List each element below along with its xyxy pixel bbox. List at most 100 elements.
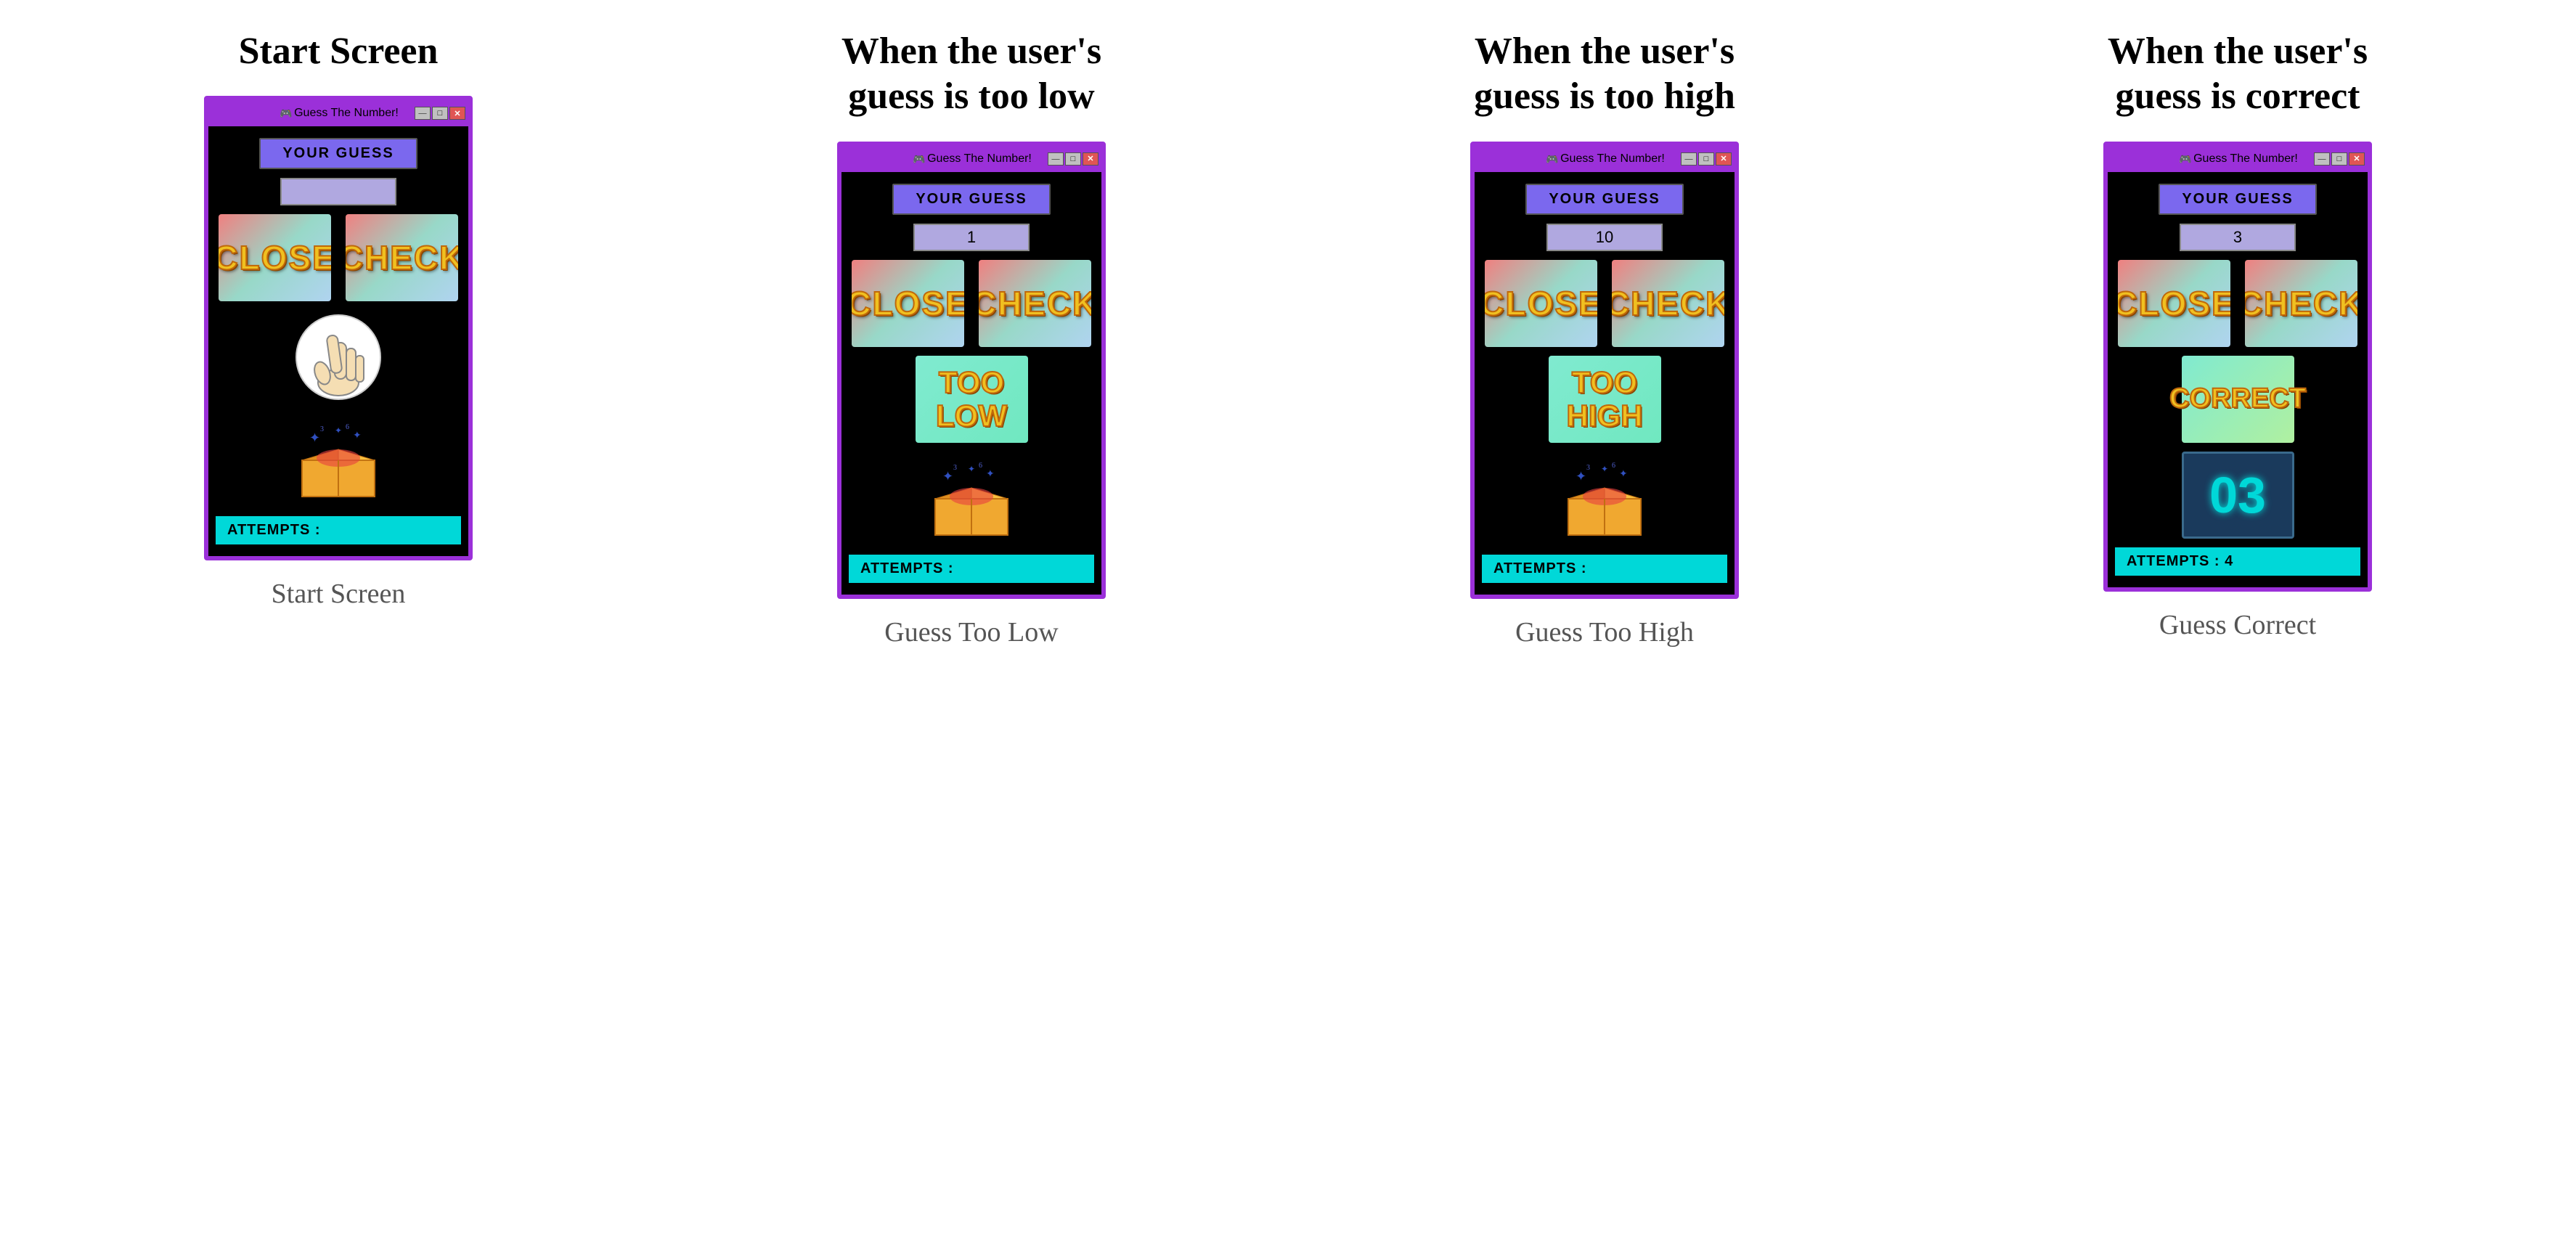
attempts-bar-3: ATTEMPTS : bbox=[1482, 555, 1727, 583]
too-high-caption: Guess Too High bbox=[1515, 616, 1694, 648]
start-titlebar-controls: — □ ✕ bbox=[415, 107, 465, 120]
correct-screen-column: When the user'sguess is correct 🎮 Guess … bbox=[1943, 29, 2532, 641]
too-high-window-body: YOUR GUESS CLOSE CHECK TOOHIGH ✦ bbox=[1475, 172, 1735, 595]
maximize-button-2[interactable]: □ bbox=[1065, 152, 1081, 166]
too-low-screen-title: When the user'sguess is too low bbox=[841, 29, 1101, 120]
buttons-row-4: CLOSE CHECK bbox=[2115, 260, 2360, 347]
svg-text:✦: ✦ bbox=[968, 464, 975, 474]
page-container: Start Screen 🎮 Guess The Number! — □ ✕ Y… bbox=[0, 0, 2576, 1253]
app-icon-2: 🎮 bbox=[911, 151, 927, 167]
buttons-row: CLOSE CHECK bbox=[216, 214, 461, 301]
guess-input-3[interactable] bbox=[1546, 224, 1663, 251]
start-titlebar-title: Guess The Number! bbox=[294, 107, 399, 120]
minimize-button-4[interactable]: — bbox=[2314, 152, 2330, 166]
too-low-screen-column: When the user'sguess is too low 🎮 Guess … bbox=[677, 29, 1266, 648]
maximize-button-4[interactable]: □ bbox=[2331, 152, 2347, 166]
close-game-button-4[interactable]: CLOSE bbox=[2118, 260, 2230, 347]
too-high-titlebar: 🎮 Guess The Number! — □ ✕ bbox=[1475, 146, 1735, 172]
correct-titlebar-controls: — □ ✕ bbox=[2314, 152, 2365, 166]
svg-text:✦: ✦ bbox=[986, 469, 995, 480]
too-low-result: TOOLOW bbox=[916, 356, 1028, 443]
your-guess-label-4[interactable]: YOUR GUESS bbox=[2159, 184, 2316, 215]
fingers-crossed-icon bbox=[295, 314, 382, 401]
your-guess-label-3[interactable]: YOUR GUESS bbox=[1525, 184, 1683, 215]
too-high-titlebar-title: Guess The Number! bbox=[1560, 152, 1665, 166]
correct-titlebar: 🎮 Guess The Number! — □ ✕ bbox=[2108, 146, 2368, 172]
mystery-box-icon-2: ✦ ✦ ✦ 3 6 bbox=[928, 459, 1015, 539]
close-game-button-2[interactable]: CLOSE bbox=[852, 260, 964, 347]
correct-window-body: YOUR GUESS CLOSE CHECK CORRECT 03 ATTEMP… bbox=[2108, 172, 2368, 587]
svg-text:🎮: 🎮 bbox=[280, 109, 292, 120]
close-game-button[interactable]: CLOSE bbox=[219, 214, 331, 301]
svg-text:✦: ✦ bbox=[353, 430, 362, 441]
too-low-window-body: YOUR GUESS CLOSE CHECK TOOLOW ✦ bbox=[841, 172, 1101, 595]
too-high-titlebar-controls: — □ ✕ bbox=[1681, 152, 1732, 166]
correct-titlebar-title: Guess The Number! bbox=[2193, 152, 2298, 166]
close-game-button-3[interactable]: CLOSE bbox=[1485, 260, 1597, 347]
buttons-row-3: CLOSE CHECK bbox=[1482, 260, 1727, 347]
maximize-button-3[interactable]: □ bbox=[1698, 152, 1714, 166]
guess-input-4[interactable] bbox=[2180, 224, 2296, 251]
svg-text:🎮: 🎮 bbox=[1546, 155, 1558, 166]
box-image-area-2: ✦ ✦ ✦ 3 6 bbox=[916, 452, 1028, 546]
buttons-row-2: CLOSE CHECK bbox=[849, 260, 1094, 347]
svg-text:3: 3 bbox=[1586, 464, 1590, 472]
svg-text:✦: ✦ bbox=[1619, 469, 1628, 480]
app-icon-3: 🎮 bbox=[1544, 151, 1560, 167]
minimize-button-2[interactable]: — bbox=[1048, 152, 1064, 166]
start-window-body: YOUR GUESS CLOSE CHECK bbox=[208, 126, 468, 556]
attempts-bar-4: ATTEMPTS : 4 bbox=[2115, 547, 2360, 576]
too-high-window: 🎮 Guess The Number! — □ ✕ YOUR GUESS CLO… bbox=[1470, 142, 1739, 599]
too-low-caption: Guess Too Low bbox=[884, 616, 1058, 648]
start-caption: Start Screen bbox=[272, 578, 406, 610]
too-high-screen-title: When the user'sguess is too high bbox=[1474, 29, 1735, 120]
attempts-bar: ATTEMPTS : bbox=[216, 516, 461, 544]
svg-text:🎮: 🎮 bbox=[2179, 155, 2191, 166]
fingers-crossed-area bbox=[282, 310, 395, 404]
too-low-window: 🎮 Guess The Number! — □ ✕ YOUR GUESS CLO… bbox=[837, 142, 1106, 599]
too-high-screen-column: When the user'sguess is too high 🎮 Guess… bbox=[1310, 29, 1899, 648]
check-game-button[interactable]: CHECK bbox=[346, 214, 458, 301]
correct-caption: Guess Correct bbox=[2159, 609, 2316, 641]
guess-input[interactable] bbox=[280, 178, 396, 205]
minimize-button[interactable]: — bbox=[415, 107, 431, 120]
svg-text:3: 3 bbox=[953, 464, 957, 472]
svg-text:6: 6 bbox=[346, 423, 349, 431]
window-close-button[interactable]: ✕ bbox=[449, 107, 465, 120]
too-low-titlebar: 🎮 Guess The Number! — □ ✕ bbox=[841, 146, 1101, 172]
svg-text:🎮: 🎮 bbox=[913, 155, 925, 166]
number-display: 03 bbox=[2182, 452, 2294, 539]
check-game-button-3[interactable]: CHECK bbox=[1612, 260, 1724, 347]
start-screen-title: Start Screen bbox=[239, 29, 439, 74]
check-game-button-2[interactable]: CHECK bbox=[979, 260, 1091, 347]
mystery-box-icon-3: ✦ ✦ ✦ 3 6 bbox=[1561, 459, 1648, 539]
svg-text:✦: ✦ bbox=[942, 469, 953, 483]
window-close-button-4[interactable]: ✕ bbox=[2349, 152, 2365, 166]
too-high-result: TOOHIGH bbox=[1549, 356, 1661, 443]
svg-text:✦: ✦ bbox=[1576, 469, 1586, 483]
correct-screen-title: When the user'sguess is correct bbox=[2108, 29, 2368, 120]
window-close-button-2[interactable]: ✕ bbox=[1083, 152, 1099, 166]
svg-text:✦: ✦ bbox=[1601, 464, 1608, 474]
start-window: 🎮 Guess The Number! — □ ✕ YOUR GUESS CLO… bbox=[204, 96, 473, 560]
app-icon: 🎮 bbox=[278, 105, 294, 121]
your-guess-label[interactable]: YOUR GUESS bbox=[259, 138, 417, 169]
window-close-button-3[interactable]: ✕ bbox=[1716, 152, 1732, 166]
svg-text:3: 3 bbox=[320, 425, 324, 433]
correct-result: CORRECT bbox=[2182, 356, 2294, 443]
guess-input-2[interactable] bbox=[913, 224, 1030, 251]
maximize-button[interactable]: □ bbox=[432, 107, 448, 120]
check-game-button-4[interactable]: CHECK bbox=[2245, 260, 2357, 347]
your-guess-label-2[interactable]: YOUR GUESS bbox=[892, 184, 1050, 215]
too-low-titlebar-title: Guess The Number! bbox=[927, 152, 1032, 166]
start-titlebar: 🎮 Guess The Number! — □ ✕ bbox=[208, 100, 468, 126]
start-screen-column: Start Screen 🎮 Guess The Number! — □ ✕ Y… bbox=[44, 29, 633, 610]
box-image-area-3: ✦ ✦ ✦ 3 6 bbox=[1549, 452, 1661, 546]
svg-text:6: 6 bbox=[979, 462, 982, 470]
too-low-titlebar-controls: — □ ✕ bbox=[1048, 152, 1099, 166]
minimize-button-3[interactable]: — bbox=[1681, 152, 1697, 166]
app-icon-4: 🎮 bbox=[2177, 151, 2193, 167]
svg-text:6: 6 bbox=[1612, 462, 1615, 470]
mystery-box-icon: ✦ ✦ ✦ 3 6 bbox=[295, 420, 382, 500]
attempts-bar-2: ATTEMPTS : bbox=[849, 555, 1094, 583]
